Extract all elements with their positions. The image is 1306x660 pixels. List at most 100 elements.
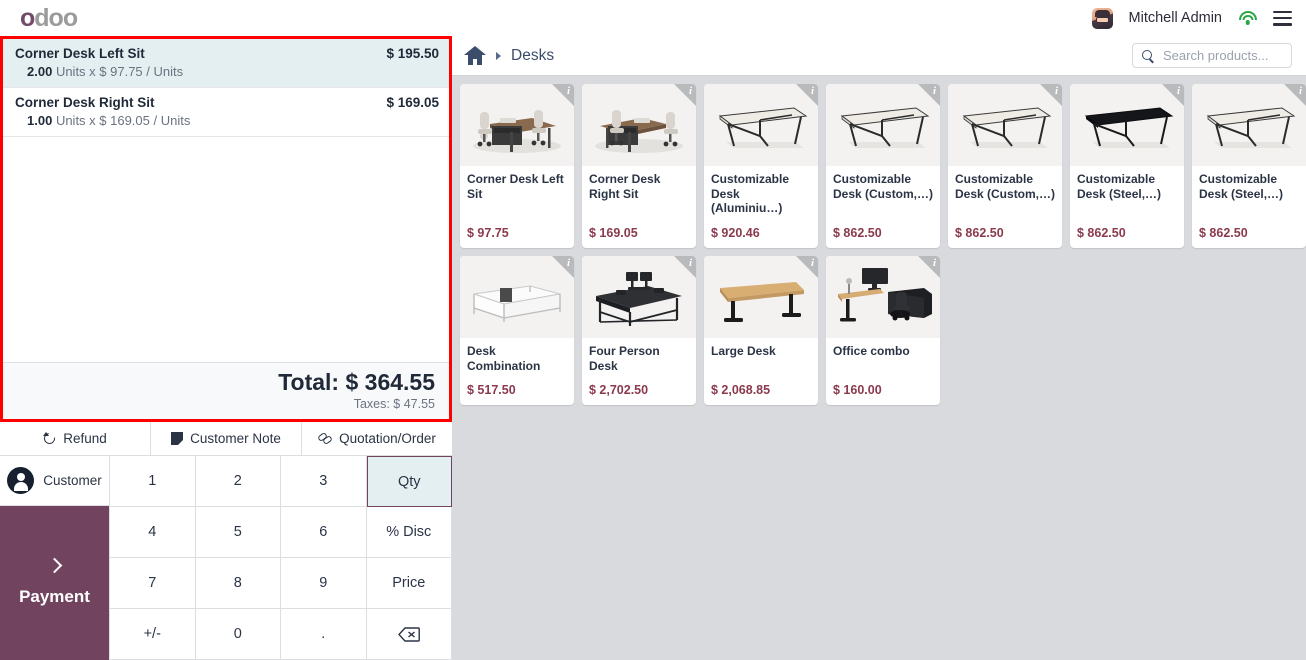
key-8[interactable]: 8 (195, 558, 281, 609)
product-price: $ 169.05 (589, 225, 638, 240)
key-5[interactable]: 5 (195, 507, 281, 558)
product-card[interactable]: i Office combo $ 160.00 (826, 255, 940, 406)
person-icon (7, 467, 35, 494)
info-corner-icon[interactable] (552, 84, 574, 106)
key-backspace[interactable] (366, 609, 452, 660)
username-label: Mitchell Admin (1128, 10, 1222, 26)
odoo-logo[interactable]: odoo (20, 3, 78, 32)
product-card[interactable]: i Customizable Desk (Aluminiu…) $ 920.46 (704, 84, 818, 248)
info-corner-icon[interactable] (552, 255, 574, 278)
search-input[interactable] (1163, 48, 1282, 63)
info-badge-letter: i (688, 256, 692, 269)
link-icon (318, 432, 332, 445)
product-price: $ 862.50 (1199, 225, 1248, 240)
order-line-price: $ 195.50 (386, 46, 439, 61)
product-card[interactable]: i Customizable Desk (Custom,…) $ 862.50 (826, 84, 940, 248)
customer-label: Customer (43, 473, 102, 488)
info-corner-icon[interactable] (674, 255, 696, 278)
product-card[interactable]: i Desk Combination $ 517.50 (460, 255, 574, 406)
key-2[interactable]: 2 (195, 456, 281, 507)
quotation-order-label: Quotation/Order (339, 431, 436, 446)
info-corner-icon[interactable] (796, 255, 818, 278)
customer-note-button[interactable]: Customer Note (151, 422, 302, 455)
key-4[interactable]: 4 (110, 507, 196, 558)
product-price: $ 862.50 (833, 225, 882, 240)
top-bar: odoo Mitchell Admin (0, 0, 1306, 36)
home-icon[interactable] (464, 46, 486, 65)
avatar[interactable] (1091, 7, 1113, 29)
info-corner-icon[interactable] (674, 84, 696, 106)
info-badge-letter: i (566, 256, 570, 269)
info-corner-icon[interactable] (1040, 84, 1062, 106)
info-badge-letter: i (1054, 85, 1058, 97)
info-corner-icon[interactable] (918, 84, 940, 106)
product-name: Customizable Desk (Steel,…) (1077, 172, 1162, 201)
key-3[interactable]: 3 (281, 456, 367, 507)
order-line-name: Corner Desk Left Sit (15, 46, 145, 61)
product-card[interactable]: i Corner Desk Right Sit $ 169.05 (582, 84, 696, 248)
key-sign[interactable]: +/- (110, 609, 196, 660)
quotation-order-button[interactable]: Quotation/Order (302, 422, 452, 455)
logo-doo: doo (34, 3, 78, 32)
product-card-body: Desk Combination $ 517.50 (460, 338, 574, 405)
search-icon (1142, 49, 1154, 62)
hamburger-menu-icon[interactable] (1273, 10, 1292, 26)
order-line-detail: 2.00 Units x $ 97.75 / Units (15, 64, 439, 79)
product-name: Large Desk (711, 343, 776, 358)
key-decimal[interactable]: . (281, 609, 367, 660)
info-corner-icon[interactable] (1284, 84, 1306, 106)
key-price[interactable]: Price (366, 558, 452, 609)
key-6[interactable]: 6 (281, 507, 367, 558)
order-line-unit-price: Units x $ 97.75 / Units (55, 64, 184, 79)
key-discount[interactable]: % Disc (366, 507, 452, 558)
breadcrumb-category[interactable]: Desks (511, 47, 554, 65)
key-qty[interactable]: Qty (366, 456, 452, 507)
pos-screen: odoo Mitchell Admin Corner Desk Left Sit… (0, 0, 1306, 660)
product-card-body: Four Person Desk $ 2,702.50 (582, 338, 696, 405)
product-name: Customizable Desk (Aluminiu…) (711, 172, 790, 216)
order-line-unit-price: Units x $ 169.05 / Units (55, 113, 191, 128)
key-9[interactable]: 9 (281, 558, 367, 609)
order-total-section: Total: $ 364.55 Taxes: $ 47.55 (3, 362, 449, 419)
order-line[interactable]: Corner Desk Left Sit $ 195.50 2.00 Units… (3, 39, 449, 88)
order-total-amount: Total: $ 364.55 (278, 369, 435, 396)
product-image: i (460, 255, 574, 338)
key-7[interactable]: 7 (110, 558, 196, 609)
product-card[interactable]: i Customizable Desk (Steel,…) $ 862.50 (1070, 84, 1184, 248)
product-card-body: Corner Desk Right Sit $ 169.05 (582, 166, 696, 248)
order-panel: Corner Desk Left Sit $ 195.50 2.00 Units… (0, 36, 452, 660)
product-card[interactable]: i Customizable Desk (Steel,…) $ 862.50 (1192, 84, 1306, 248)
product-name: Customizable Desk (Custom,…) (833, 172, 933, 201)
product-card[interactable]: i Four Person Desk $ 2,702.50 (582, 255, 696, 406)
product-grid-wrap: i Corner Desk Left Sit $ 97.75 i Corner Des… (452, 76, 1306, 660)
order-highlight-frame: Corner Desk Left Sit $ 195.50 2.00 Units… (0, 36, 452, 422)
top-bar-right: Mitchell Admin (1091, 7, 1292, 29)
logo-o: o (20, 3, 35, 32)
order-line-detail: 1.00 Units x $ 169.05 / Units (15, 113, 439, 128)
product-card[interactable]: i Large Desk $ 2,068.85 (704, 255, 818, 406)
search-box[interactable] (1132, 43, 1292, 68)
note-icon (171, 432, 184, 445)
product-name: Desk Combination (467, 343, 541, 373)
product-card[interactable]: i Customizable Desk (Custom,…) $ 862.50 (948, 84, 1062, 248)
product-card-body: Corner Desk Left Sit $ 97.75 (460, 166, 574, 248)
product-name: Customizable Desk (Custom,…) (955, 172, 1055, 201)
order-line-qty: 2.00 (27, 64, 53, 79)
info-corner-icon[interactable] (918, 255, 940, 278)
key-1[interactable]: 1 (110, 456, 196, 507)
chevron-right-icon (46, 557, 63, 573)
product-card[interactable]: i Corner Desk Left Sit $ 97.75 (460, 84, 574, 248)
order-line-name: Corner Desk Right Sit (15, 95, 155, 110)
info-corner-icon[interactable] (796, 84, 818, 106)
customer-button[interactable]: Customer (0, 456, 109, 506)
key-0[interactable]: 0 (195, 609, 281, 660)
refund-button[interactable]: Refund (0, 422, 151, 455)
product-image: i (948, 84, 1062, 166)
payment-button[interactable]: Payment (0, 506, 109, 660)
product-image: i (582, 255, 696, 338)
order-line[interactable]: Corner Desk Right Sit $ 169.05 1.00 Unit… (3, 88, 449, 137)
info-corner-icon[interactable] (1162, 84, 1184, 106)
product-grid: i Corner Desk Left Sit $ 97.75 i Corner Des… (460, 84, 1306, 406)
numpad-area: Customer Payment 1 2 3 Qty 4 5 6 % Disc (0, 456, 452, 660)
numpad-left-column: Customer Payment (0, 456, 110, 660)
